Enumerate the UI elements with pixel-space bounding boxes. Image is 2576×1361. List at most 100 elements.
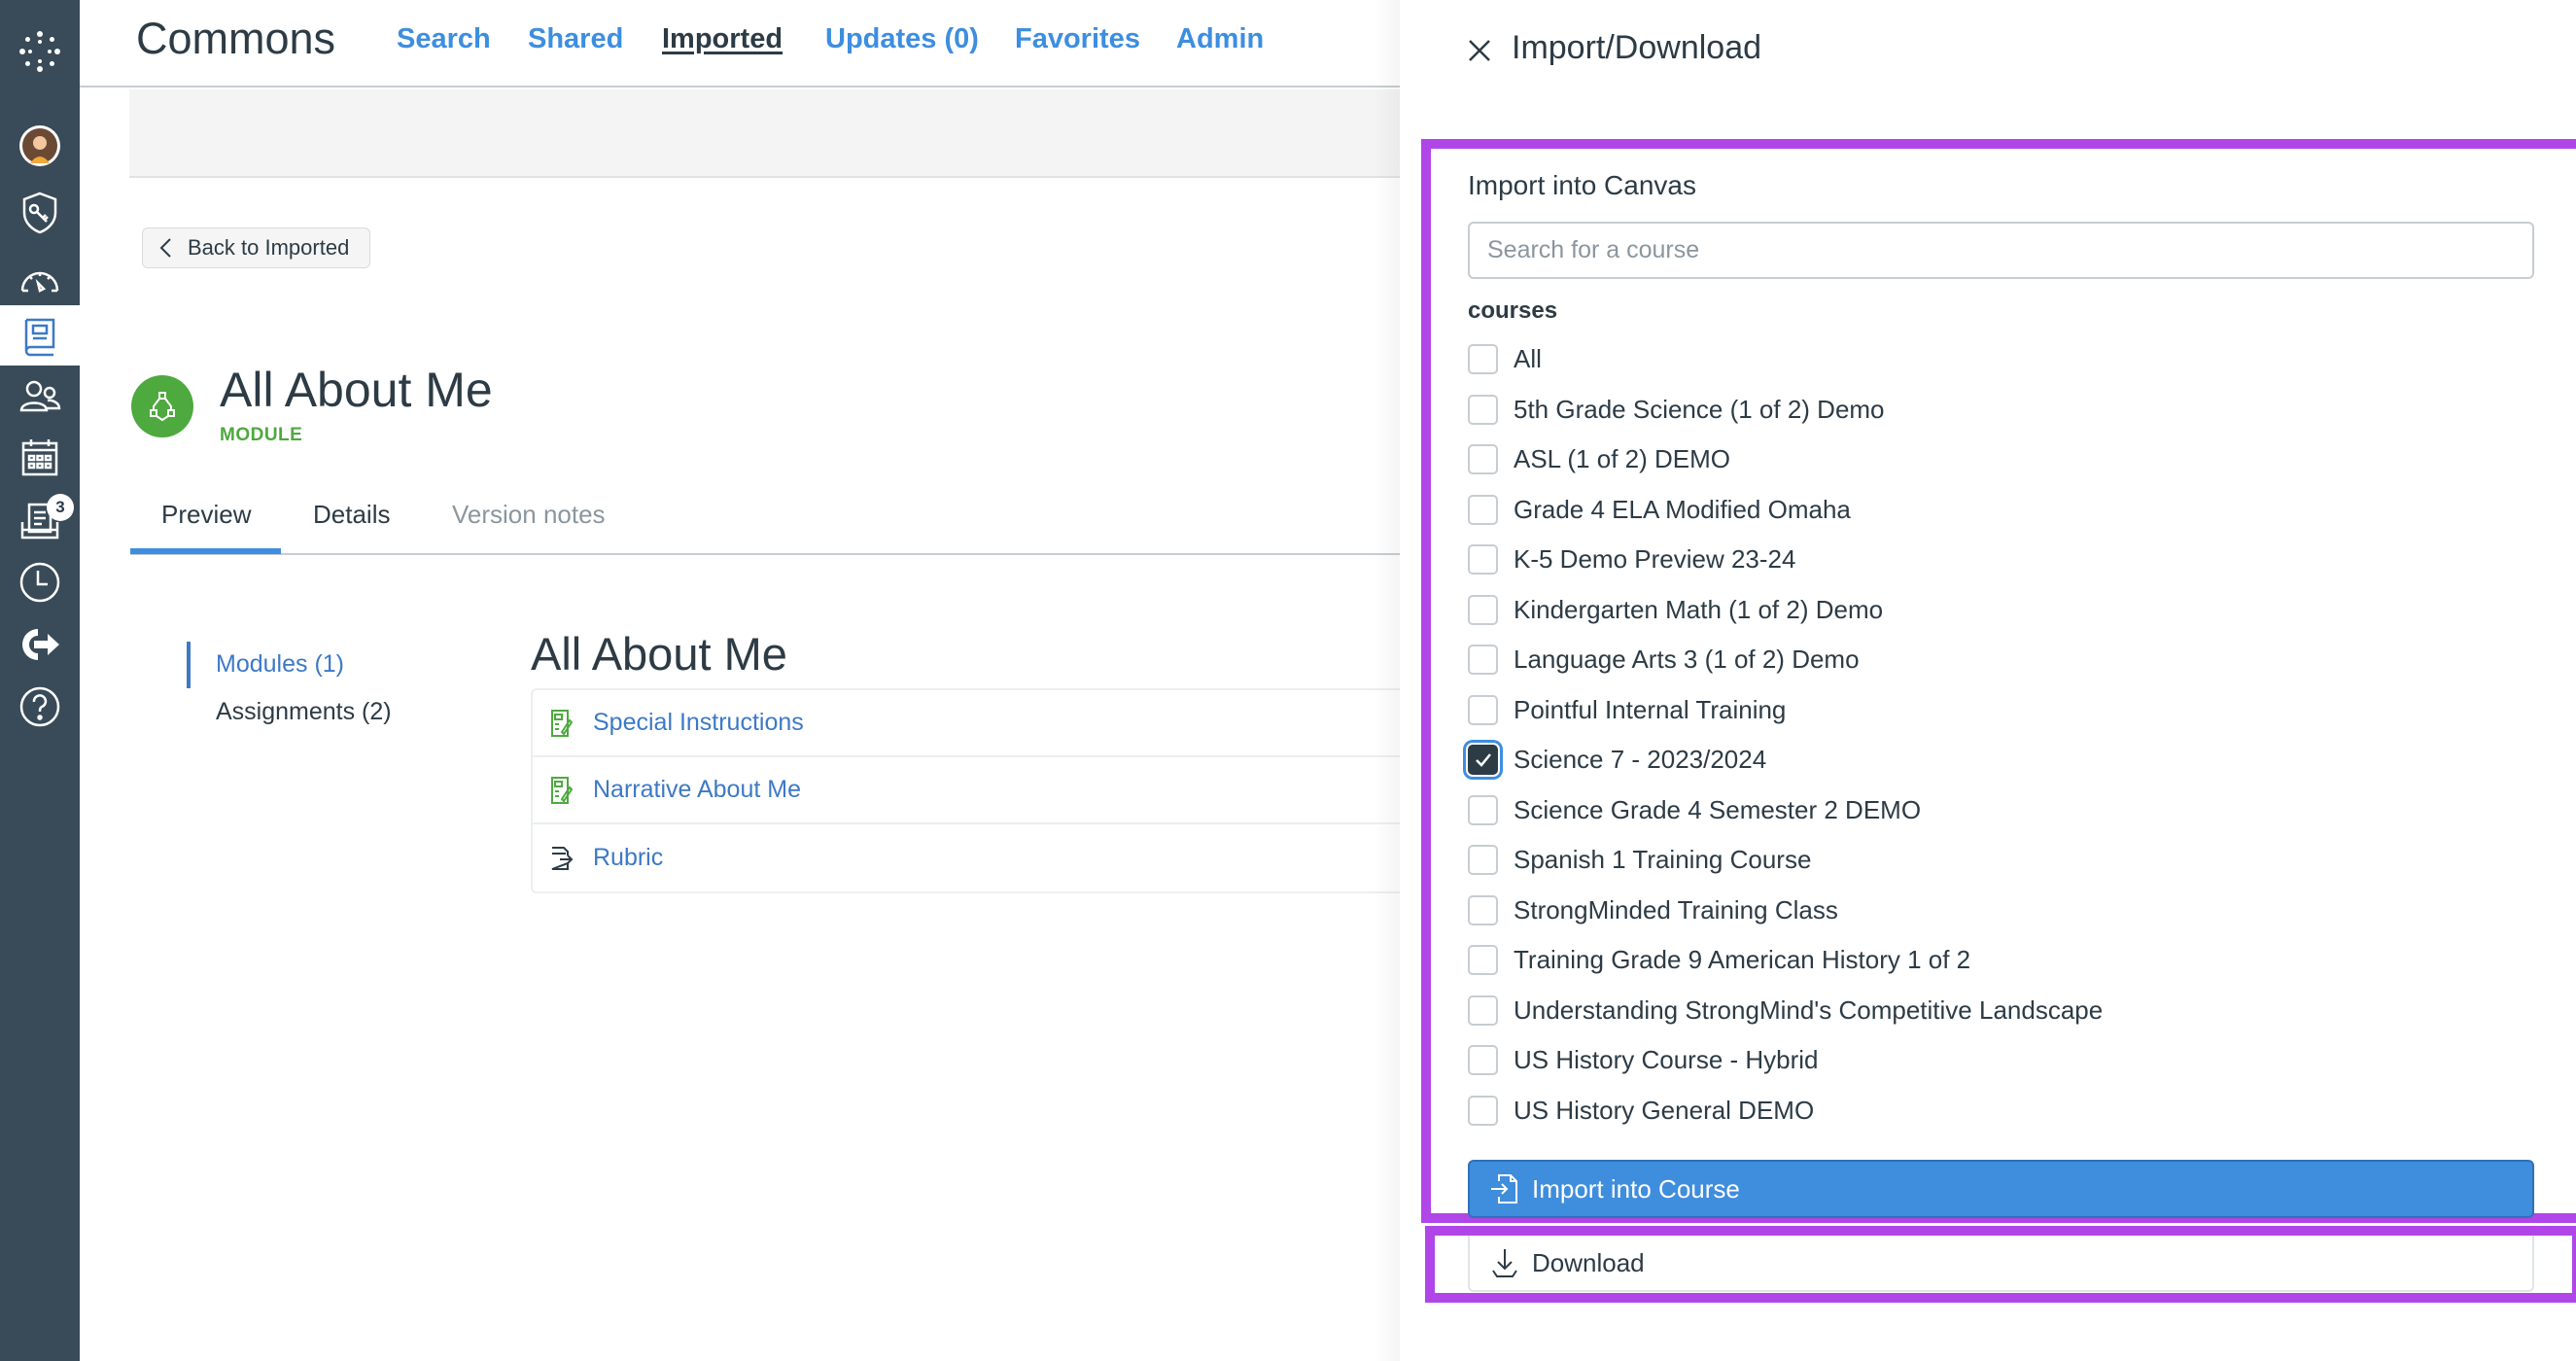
drawer-title: Import/Download xyxy=(1512,29,1762,66)
import-download-drawer: Import/Download Import into Canvas cours… xyxy=(1400,0,2576,1361)
account-nav-item[interactable] xyxy=(0,116,80,176)
commons-book-icon xyxy=(24,318,55,357)
calendar-icon xyxy=(21,439,58,476)
course-label: Pointful Internal Training xyxy=(1514,694,1787,724)
module-item-link[interactable]: Special Instructions xyxy=(593,709,804,737)
nav-favorites[interactable]: Favorites xyxy=(1015,23,1140,55)
tab-preview[interactable]: Preview xyxy=(161,500,251,530)
checkbox[interactable] xyxy=(1468,394,1498,425)
help-nav-item[interactable] xyxy=(0,677,80,737)
side-nav-modules[interactable]: Modules (1) xyxy=(216,650,344,679)
logout-nav-item[interactable] xyxy=(0,614,80,675)
import-into-course-button[interactable]: Import into Course xyxy=(1468,1160,2534,1218)
history-nav-item[interactable] xyxy=(0,552,80,612)
checkmark-icon xyxy=(1475,752,1491,767)
course-label: Spanish 1 Training Course xyxy=(1514,845,1812,875)
clock-icon xyxy=(19,562,60,603)
checkbox[interactable] xyxy=(1468,645,1498,676)
module-item-link[interactable]: Rubric xyxy=(593,844,663,872)
app-title: Commons xyxy=(136,14,336,63)
course-label: 5th Grade Science (1 of 2) Demo xyxy=(1514,394,1885,424)
resource-type-label: MODULE xyxy=(220,425,303,445)
course-search-input[interactable] xyxy=(1468,222,2534,279)
checkbox[interactable] xyxy=(1468,494,1498,525)
checkbox[interactable] xyxy=(1468,1095,1498,1126)
checkbox[interactable] xyxy=(1468,594,1498,625)
course-label: ASL (1 of 2) DEMO xyxy=(1514,444,1730,474)
checkbox[interactable] xyxy=(1468,444,1498,475)
module-item: Rubric xyxy=(533,824,1425,891)
course-option[interactable]: StrongMinded Training Class xyxy=(1468,886,2537,936)
course-option[interactable]: ASL (1 of 2) DEMO xyxy=(1468,435,2537,485)
inbox-nav-item[interactable]: 3 xyxy=(0,490,80,550)
module-heading: All About Me xyxy=(531,628,787,680)
course-label: US History Course - Hybrid xyxy=(1514,1045,1819,1075)
active-indicator xyxy=(187,642,191,688)
tab-details[interactable]: Details xyxy=(313,500,390,530)
course-option[interactable]: US History General DEMO xyxy=(1468,1086,2537,1136)
course-option[interactable]: All xyxy=(1468,334,2537,385)
nav-admin[interactable]: Admin xyxy=(1176,23,1264,55)
course-option[interactable]: Grade 4 ELA Modified Omaha xyxy=(1468,485,2537,536)
dashboard-nav-item[interactable] xyxy=(0,249,80,309)
course-option[interactable]: Training Grade 9 American History 1 of 2 xyxy=(1468,935,2537,986)
checkbox[interactable] xyxy=(1468,894,1498,925)
module-item: Special Instructions xyxy=(533,690,1425,757)
banner xyxy=(129,89,1400,178)
assignment-icon xyxy=(551,776,574,804)
app-header: Commons Search Shared Imported Updates (… xyxy=(80,0,1400,87)
checkbox[interactable] xyxy=(1468,694,1498,725)
checkbox[interactable] xyxy=(1468,845,1498,876)
nav-search[interactable]: Search xyxy=(397,23,491,55)
checkbox-checked[interactable] xyxy=(1468,745,1498,776)
nav-imported[interactable]: Imported xyxy=(662,23,783,55)
side-nav-assignments[interactable]: Assignments (2) xyxy=(216,698,392,726)
admin-nav-item[interactable] xyxy=(0,183,80,243)
module-item-link[interactable]: Narrative About Me xyxy=(593,776,801,804)
inbox-badge: 3 xyxy=(47,494,74,521)
nav-shared[interactable]: Shared xyxy=(528,23,623,55)
download-button[interactable]: Download xyxy=(1468,1236,2534,1292)
course-option[interactable]: Pointful Internal Training xyxy=(1468,685,2537,736)
course-label: K-5 Demo Preview 23-24 xyxy=(1514,544,1796,575)
groups-nav-item[interactable] xyxy=(0,366,80,427)
courses-label: courses xyxy=(1468,297,1558,324)
course-option[interactable]: Language Arts 3 (1 of 2) Demo xyxy=(1468,635,2537,685)
course-checkbox-list: All 5th Grade Science (1 of 2) Demo ASL (1… xyxy=(1468,334,2537,1135)
course-option[interactable]: Science Grade 4 Semester 2 DEMO xyxy=(1468,785,2537,836)
module-item-list: Special Instructions Narrative About Me … xyxy=(531,688,1425,893)
global-nav: 3 xyxy=(0,0,80,1361)
import-section-title: Import into Canvas xyxy=(1468,170,1696,200)
checkbox[interactable] xyxy=(1468,995,1498,1026)
canvas-logo[interactable] xyxy=(0,21,80,82)
download-button-label: Download xyxy=(1532,1247,1645,1277)
checkbox[interactable] xyxy=(1468,1045,1498,1076)
course-option[interactable]: Kindergarten Math (1 of 2) Demo xyxy=(1468,585,2537,636)
course-option[interactable]: 5th Grade Science (1 of 2) Demo xyxy=(1468,385,2537,436)
close-icon[interactable] xyxy=(1464,35,1495,66)
course-option[interactable]: K-5 Demo Preview 23-24 xyxy=(1468,535,2537,585)
module-item: Narrative About Me xyxy=(533,757,1425,824)
logout-icon xyxy=(22,629,59,660)
back-button-label: Back to Imported xyxy=(188,235,350,260)
calendar-nav-item[interactable] xyxy=(0,428,80,488)
drawer-shadow xyxy=(80,0,1400,1361)
help-icon xyxy=(19,686,60,727)
checkbox[interactable] xyxy=(1468,945,1498,976)
nav-updates[interactable]: Updates (0) xyxy=(825,23,979,55)
course-label: Language Arts 3 (1 of 2) Demo xyxy=(1514,645,1860,675)
commons-nav-item[interactable] xyxy=(0,305,80,366)
checkbox[interactable] xyxy=(1468,344,1498,375)
course-option[interactable]: US History Course - Hybrid xyxy=(1468,1035,2537,1086)
tab-version-notes[interactable]: Version notes xyxy=(452,500,606,530)
back-to-imported-button[interactable]: Back to Imported xyxy=(142,227,370,268)
checkbox[interactable] xyxy=(1468,544,1498,576)
tab-selected-indicator xyxy=(130,548,281,554)
canvas-logo-icon xyxy=(19,31,60,72)
external-tool-icon xyxy=(551,846,574,870)
people-icon xyxy=(19,380,61,412)
course-option[interactable]: Science 7 - 2023/2024 xyxy=(1468,735,2537,785)
course-option[interactable]: Understanding StrongMind's Competitive L… xyxy=(1468,986,2537,1036)
course-option[interactable]: Spanish 1 Training Course xyxy=(1468,835,2537,886)
checkbox[interactable] xyxy=(1468,794,1498,825)
